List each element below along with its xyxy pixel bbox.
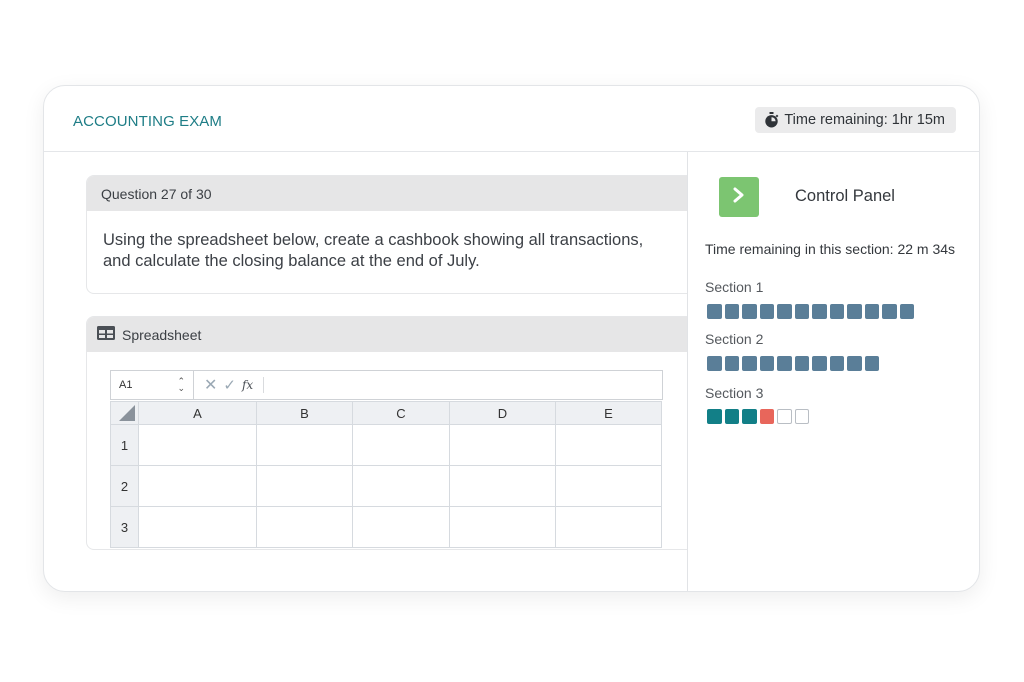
table-icon <box>97 326 115 343</box>
control-panel-toggle-button[interactable] <box>719 177 759 217</box>
question-nav-box[interactable] <box>847 356 862 371</box>
question-nav-box[interactable] <box>742 304 757 319</box>
time-remaining-badge: Time remaining: 1hr 15m <box>755 107 956 133</box>
question-nav-box[interactable] <box>759 409 774 424</box>
question-nav-box[interactable] <box>794 409 809 424</box>
cell[interactable] <box>449 424 556 466</box>
section-1-label: Section 1 <box>705 279 764 295</box>
cell[interactable] <box>352 424 450 466</box>
question-nav-box[interactable] <box>777 304 792 319</box>
control-panel: Control Panel Time remaining in this sec… <box>687 152 979 591</box>
question-nav-box[interactable] <box>794 304 809 319</box>
question-nav-box[interactable] <box>864 304 879 319</box>
cancel-icon[interactable]: ✕ <box>204 375 217 395</box>
section-3-questions <box>707 409 809 424</box>
question-nav-box[interactable] <box>707 409 722 424</box>
exam-window: ACCOUNTING EXAM Time remaining: 1hr 15m … <box>43 85 980 592</box>
question-nav-box[interactable] <box>829 304 844 319</box>
question-nav-box[interactable] <box>864 356 879 371</box>
question-nav-box[interactable] <box>794 356 809 371</box>
section-2-label: Section 2 <box>705 331 764 347</box>
spreadsheet-card: Spreadsheet A1 ⌃ ⌄ ✕ ✓ fx A B C D E 1 2 … <box>86 316 687 550</box>
question-nav-box[interactable] <box>759 304 774 319</box>
stopwatch-icon <box>764 112 779 128</box>
spreadsheet-title: Spreadsheet <box>122 326 202 343</box>
cell[interactable] <box>256 506 353 548</box>
section-1-questions <box>707 304 914 319</box>
formula-input[interactable] <box>264 371 662 399</box>
cell[interactable] <box>555 424 662 466</box>
control-panel-title: Control Panel <box>795 187 895 205</box>
cell[interactable] <box>138 465 257 507</box>
column-header-d[interactable]: D <box>449 401 556 425</box>
cell[interactable] <box>256 424 353 466</box>
question-card: Question 27 of 30 Using the spreadsheet … <box>86 175 687 294</box>
time-remaining-text: Time remaining: 1hr 15m <box>784 112 945 128</box>
question-nav-box[interactable] <box>742 356 757 371</box>
spreadsheet-grid: A B C D E 1 2 3 <box>110 401 662 548</box>
question-nav-box[interactable] <box>882 304 897 319</box>
question-nav-box[interactable] <box>724 304 739 319</box>
question-nav-box[interactable] <box>847 304 862 319</box>
cell[interactable] <box>449 465 556 507</box>
cell[interactable] <box>256 465 353 507</box>
cell[interactable] <box>555 465 662 507</box>
cell-reference-select[interactable]: A1 ⌃ ⌄ <box>111 371 194 399</box>
section-2-questions <box>707 356 879 371</box>
section-3-label: Section 3 <box>705 385 764 401</box>
select-all-corner[interactable] <box>110 401 139 425</box>
cell[interactable] <box>352 465 450 507</box>
question-nav-box[interactable] <box>724 409 739 424</box>
question-nav-box[interactable] <box>742 409 757 424</box>
question-nav-box[interactable] <box>812 356 827 371</box>
stepper-arrows-icon: ⌃ ⌄ <box>177 376 185 393</box>
cell[interactable] <box>555 506 662 548</box>
cell[interactable] <box>352 506 450 548</box>
section-time-remaining: Time remaining in this section: 22 m 34s <box>705 241 956 257</box>
question-nav-box[interactable] <box>777 409 792 424</box>
spreadsheet-header: Spreadsheet <box>87 317 687 352</box>
confirm-icon[interactable]: ✓ <box>223 376 236 394</box>
exam-header: ACCOUNTING EXAM Time remaining: 1hr 15m <box>44 86 979 152</box>
column-header-a[interactable]: A <box>138 401 257 425</box>
cell-reference-value: A1 <box>119 379 133 391</box>
cell[interactable] <box>138 506 257 548</box>
question-number: Question 27 of 30 <box>87 176 687 211</box>
formula-bar: A1 ⌃ ⌄ ✕ ✓ fx <box>110 370 663 400</box>
column-header-b[interactable]: B <box>256 401 353 425</box>
question-nav-box[interactable] <box>899 304 914 319</box>
question-nav-box[interactable] <box>777 356 792 371</box>
cell[interactable] <box>449 506 556 548</box>
question-text: Using the spreadsheet below, create a ca… <box>103 231 644 270</box>
question-nav-box[interactable] <box>812 304 827 319</box>
question-nav-box[interactable] <box>707 356 722 371</box>
row-header-2[interactable]: 2 <box>110 465 139 507</box>
chevron-right-icon <box>732 187 746 208</box>
exam-title: ACCOUNTING EXAM <box>73 113 223 130</box>
column-header-e[interactable]: E <box>555 401 662 425</box>
question-nav-box[interactable] <box>759 356 774 371</box>
column-header-c[interactable]: C <box>352 401 450 425</box>
cell[interactable] <box>138 424 257 466</box>
question-nav-box[interactable] <box>707 304 722 319</box>
formula-controls: ✕ ✓ fx <box>194 371 265 399</box>
row-header-1[interactable]: 1 <box>110 424 139 466</box>
function-icon[interactable]: fx <box>242 377 265 393</box>
question-nav-box[interactable] <box>724 356 739 371</box>
row-header-3[interactable]: 3 <box>110 506 139 548</box>
question-nav-box[interactable] <box>829 356 844 371</box>
question-area: Question 27 of 30 Using the spreadsheet … <box>44 152 687 591</box>
